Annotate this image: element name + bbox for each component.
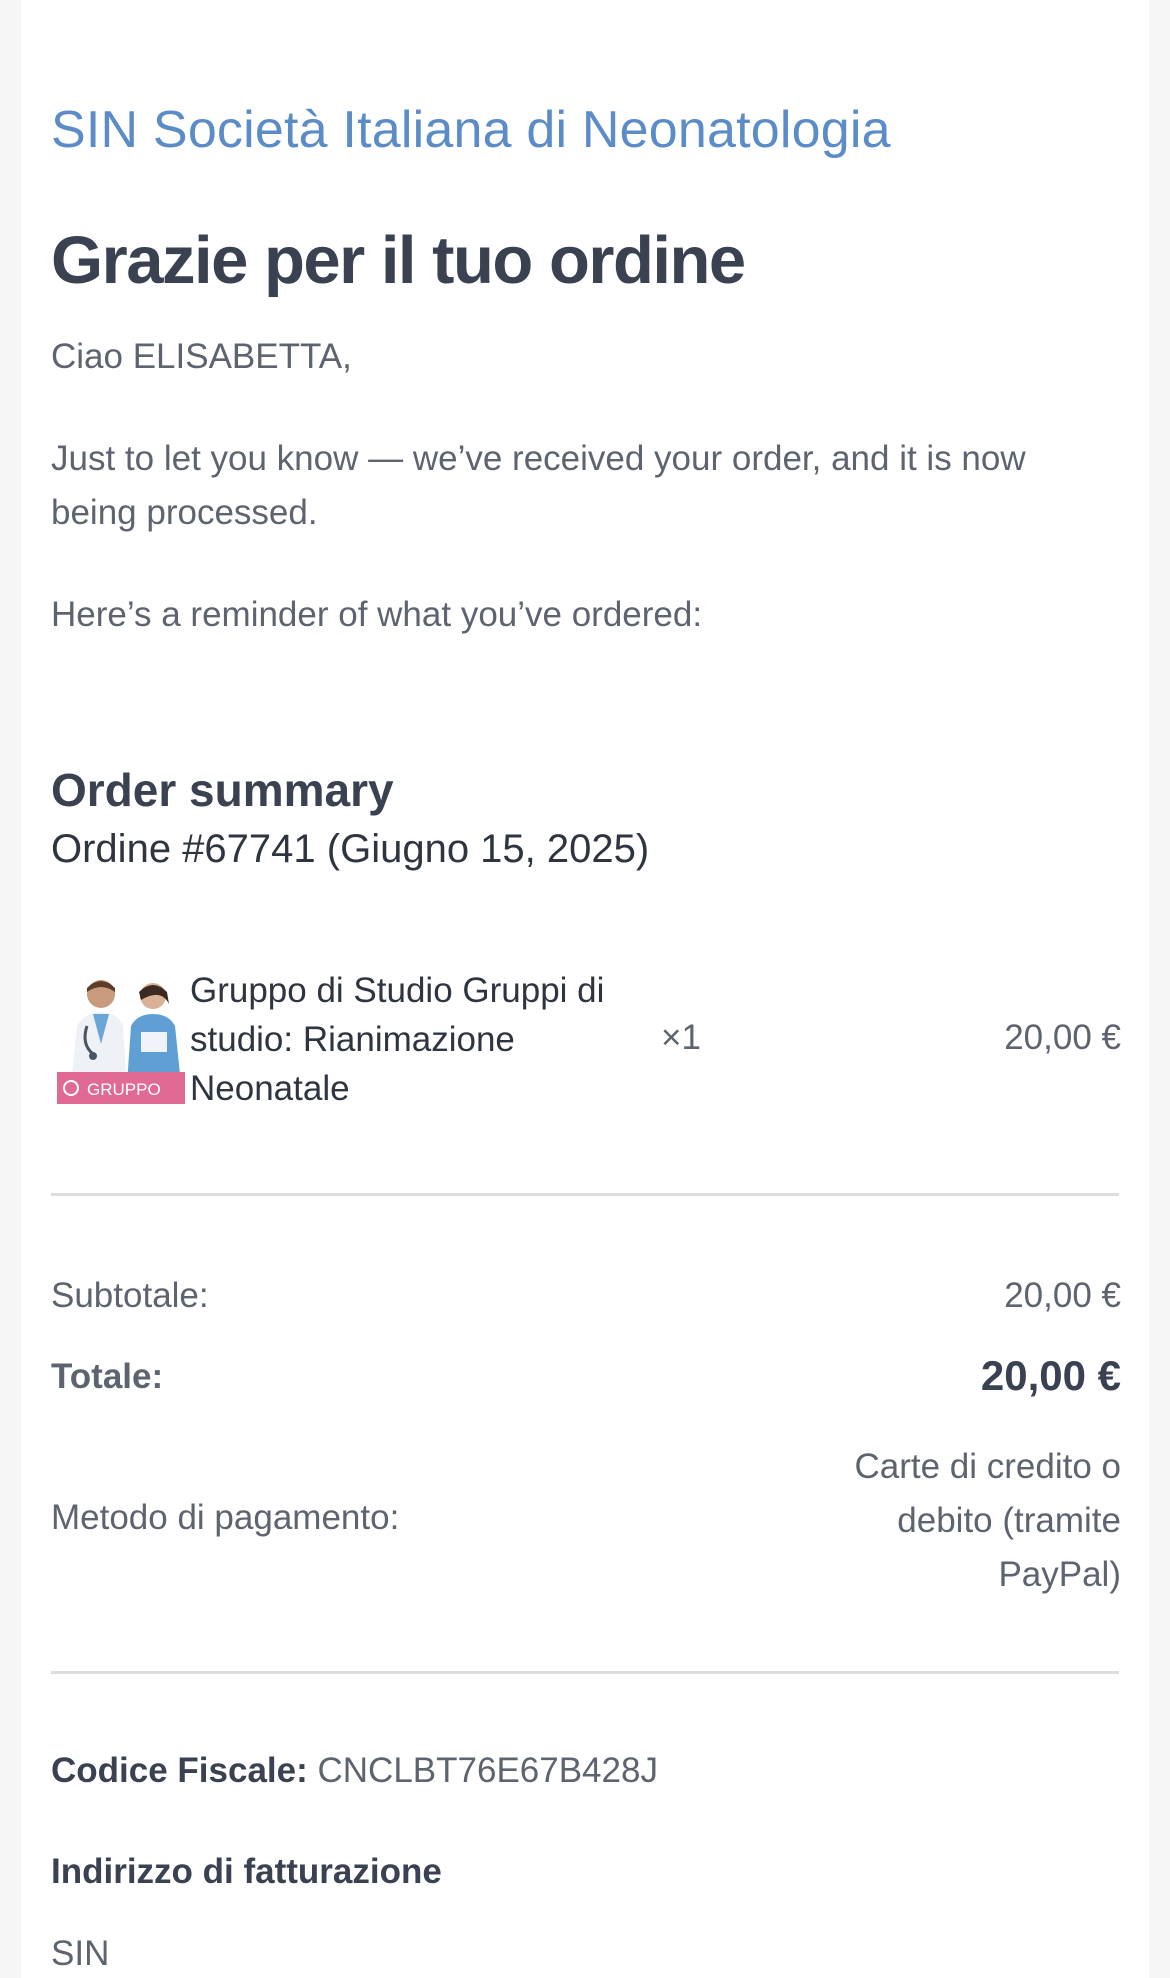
store-name-link[interactable]: SIN Società Italiana di Neonatologia — [51, 100, 891, 160]
subtotal-value: 20,00 € — [1004, 1276, 1121, 1315]
reminder-text: Here’s a reminder of what you’ve ordered… — [51, 595, 703, 634]
intro-text: Just to let you know — we’ve received yo… — [51, 439, 1026, 532]
subtotal-label: Subtotale: — [51, 1276, 209, 1315]
payment-method-label: Metodo di pagamento: — [51, 1498, 400, 1537]
total-label: Totale: — [51, 1357, 164, 1396]
doctors-photo-icon: GRUPPO — [57, 974, 185, 1104]
tax-code: Codice Fiscale: CNCLBT76E67B428J — [51, 1751, 658, 1791]
total-value: 20,00 € — [980, 1352, 1121, 1399]
tax-code-value: CNCLBT76E67B428J — [307, 1751, 658, 1790]
thumb-badge-text: GRUPPO — [87, 1080, 161, 1099]
payment-method-value: Carte di credito o debito (tramite PayPa… — [854, 1447, 1121, 1594]
email-card: SIN Società Italiana di Neonatologia Gra… — [21, 0, 1149, 1978]
order-number: Ordine #67741 (Giugno 15, 2025) — [51, 827, 650, 871]
billing-address-title: Indirizzo di fatturazione — [51, 1852, 442, 1891]
tax-code-label: Codice Fiscale: — [51, 1751, 308, 1790]
divider — [51, 1193, 1119, 1196]
greeting-text: Ciao ELISABETTA, — [51, 337, 352, 376]
divider — [51, 1671, 1119, 1674]
product-quantity: ×1 — [661, 1018, 701, 1057]
page-title: Grazie per il tuo ordine — [51, 223, 746, 298]
billing-address-line: SIN — [51, 1934, 110, 1973]
order-summary-title: Order summary — [51, 764, 394, 816]
product-thumbnail[interactable]: GRUPPO — [57, 974, 185, 1104]
product-name[interactable]: Gruppo di Studio Gruppi di studio: Riani… — [190, 966, 630, 1113]
product-price: 20,00 € — [1004, 1018, 1121, 1057]
